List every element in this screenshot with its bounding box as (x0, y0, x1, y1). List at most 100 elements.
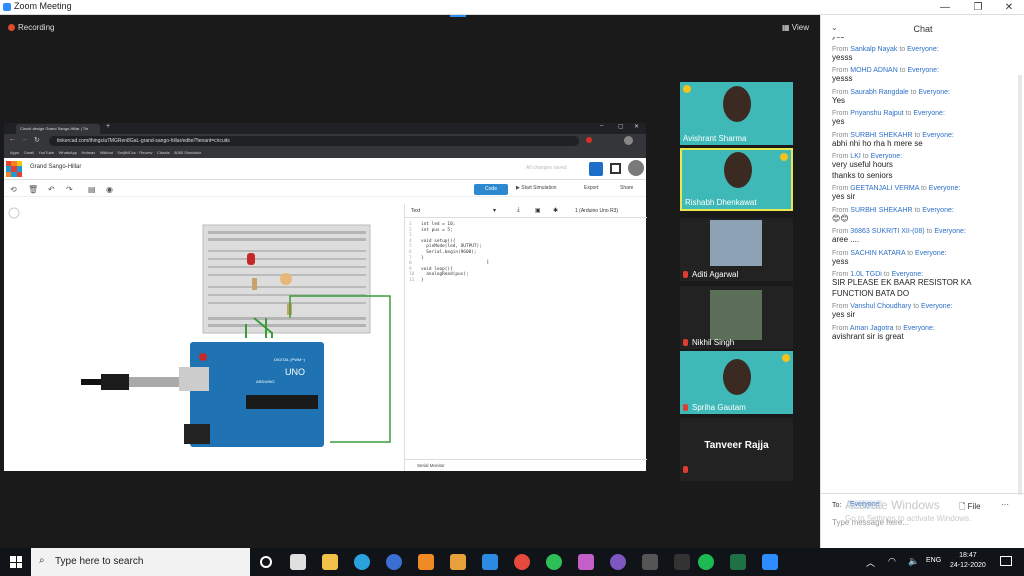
windows-start-icon[interactable] (10, 556, 22, 568)
maximize-button[interactable]: ❐ (963, 0, 993, 15)
task-view-icon[interactable] (260, 556, 272, 568)
browser-max-icon[interactable]: ▢ (618, 123, 624, 130)
profile-avatar[interactable] (624, 136, 633, 145)
serial-monitor-bar[interactable]: Serial Monitor (405, 459, 647, 471)
language-indicator[interactable]: ENG (926, 557, 941, 564)
file-explorer-icon[interactable] (322, 554, 338, 570)
browser-tab[interactable]: Circuit design Grand Sango-Hillar | Tin (16, 124, 100, 134)
tray-chevron-icon[interactable]: ︿ (866, 556, 875, 569)
bookmark[interactable]: Wikihat (100, 150, 113, 155)
circuit-canvas[interactable]: UNO ARDUINO DIGITAL (PWM~) (4, 198, 404, 471)
bookmark[interactable]: 8085 Simulator (174, 150, 201, 155)
message-sender[interactable]: Vanshul Choudhary (850, 303, 911, 310)
delete-icon[interactable]: 🗑 (28, 185, 38, 194)
download-icon[interactable]: ⤓ (517, 207, 520, 214)
circuit-view-icon[interactable] (589, 162, 603, 176)
debug-icon[interactable]: ✱ (553, 207, 558, 214)
forward-icon[interactable]: → (21, 136, 28, 143)
message-sender[interactable]: Sankalp Nayak (850, 46, 897, 53)
reload-icon[interactable]: ↻ (34, 136, 40, 144)
message-sender[interactable]: 1.0L TGDi (850, 271, 882, 278)
message-sender[interactable]: SURBHI SHEKAHR (850, 207, 912, 214)
bookmark[interactable]: Hotmax (81, 150, 95, 155)
vlc-icon[interactable] (418, 554, 434, 570)
whatsapp-icon[interactable] (546, 554, 562, 570)
message-sender[interactable]: MOHD ADNAN (850, 67, 897, 74)
zoom-icon[interactable] (762, 554, 778, 570)
schematic-view-icon[interactable] (610, 163, 621, 174)
code-mode-chevron-icon[interactable]: ▾ (493, 207, 496, 214)
code-mode-select[interactable]: Text (411, 208, 420, 214)
library-icon[interactable]: ▣ (535, 207, 541, 214)
code-text[interactable]: 1 int led = 10; 2 int pus = 5; 3 4 void setup(… (409, 222, 482, 284)
redo-icon[interactable]: ↷ (66, 185, 73, 194)
new-tab-icon[interactable]: + (106, 123, 110, 130)
bookmark[interactable]: Classis (157, 150, 170, 155)
notes-icon[interactable]: ▤ (88, 185, 96, 194)
message-sender[interactable]: Saurabh Rangdale (850, 89, 908, 96)
more-icon[interactable]: ⋯ (1001, 500, 1009, 509)
recording-indicator[interactable]: Recording (8, 23, 54, 32)
volume-icon[interactable]: 🔈 (908, 556, 919, 567)
bookmark[interactable]: WhatsApp (59, 150, 77, 155)
wifi-icon[interactable]: ◠ (888, 556, 896, 567)
message-sender[interactable]: SACHIN KATARA (850, 250, 905, 257)
message-sender[interactable]: 36863 SUKRITI XII-(08) (850, 228, 924, 235)
notification-icon[interactable] (1000, 556, 1012, 566)
participant-tile[interactable]: Avishrant Sharma (680, 82, 793, 145)
participant-tile-active[interactable]: Rishabh Dhenkawat (680, 148, 793, 211)
vscode-icon[interactable] (482, 554, 498, 570)
bookmark[interactable]: YouTube (38, 150, 54, 155)
telegram-icon[interactable] (354, 554, 370, 570)
browser-close-icon[interactable]: ✕ (634, 123, 639, 130)
undo-icon[interactable]: ↶ (48, 185, 55, 194)
taskbar-search[interactable]: ⌕ Type here to search (31, 548, 250, 576)
participant-tile[interactable]: Aditi Agarwal (680, 218, 793, 281)
spotify-icon[interactable] (698, 554, 714, 570)
code-button[interactable]: Code (474, 184, 508, 195)
url-field[interactable]: tinkercad.com/things/a7MGRen8GaL-grand-s… (49, 136, 579, 146)
visibility-icon[interactable]: ◉ (106, 185, 113, 194)
message-sender-line: From MOHD ADNAN to Everyone: (832, 67, 940, 74)
participant-tile[interactable]: Tanveer Rajja (680, 418, 793, 481)
extension-icon[interactable] (586, 137, 592, 143)
start-simulation-button[interactable]: ▶ Start Simulation (516, 185, 557, 191)
close-button[interactable]: ✕ (994, 0, 1024, 15)
message-sender[interactable]: Aman Jagotra (850, 325, 894, 332)
store-icon[interactable] (290, 554, 306, 570)
message-sender[interactable]: LKI (850, 153, 861, 160)
export-button[interactable]: Export (584, 185, 598, 191)
message-sender[interactable]: GEETANJALI VERMA (850, 185, 919, 192)
terminal-icon[interactable] (674, 554, 690, 570)
app-icon[interactable] (386, 554, 402, 570)
participant-tile[interactable]: Spriha Gautam (680, 351, 793, 414)
music-icon[interactable] (642, 554, 658, 570)
board-select[interactable]: 1 (Arduino Uno R3) (575, 208, 618, 214)
excel-icon[interactable] (730, 554, 746, 570)
message-sender[interactable]: SURBHI SHEKAHR (850, 132, 912, 139)
recording-icon (8, 24, 15, 31)
chrome-icon[interactable] (514, 554, 530, 570)
bookmark[interactable]: Apps (10, 150, 19, 155)
back-icon[interactable]: ← (9, 136, 16, 143)
bookmark[interactable]: Gmail (24, 150, 34, 155)
participant-tile[interactable]: Nikhil Singh (680, 286, 793, 349)
file-button[interactable]: 🗋 File (959, 501, 981, 515)
app-icon[interactable] (610, 554, 626, 570)
tinkercad-logo[interactable] (6, 161, 22, 177)
share-button[interactable]: Share (620, 185, 633, 191)
user-avatar[interactable] (628, 160, 644, 176)
bookmark[interactable]: SwijiMCcs · Review (117, 150, 152, 155)
clock-time: 18:47 (959, 552, 977, 559)
project-name[interactable]: Grand Sango-Hillar (30, 164, 81, 170)
view-button[interactable]: ▦ View (782, 23, 809, 32)
clock[interactable]: 18:47 24-12-2020 (950, 551, 986, 571)
browser-min-icon[interactable]: – (600, 123, 603, 129)
message-text: SIR PLEASE EK BAAR RESISTOR KA FUNCTION … (832, 278, 972, 298)
message-sender[interactable]: Priyanshu Rajput (850, 110, 903, 117)
chat-scrollbar[interactable] (1018, 75, 1022, 495)
rotate-icon[interactable]: ⟲ (10, 185, 17, 194)
minimize-button[interactable]: — (930, 0, 960, 15)
sublime-icon[interactable] (450, 554, 466, 570)
app-icon[interactable] (578, 554, 594, 570)
